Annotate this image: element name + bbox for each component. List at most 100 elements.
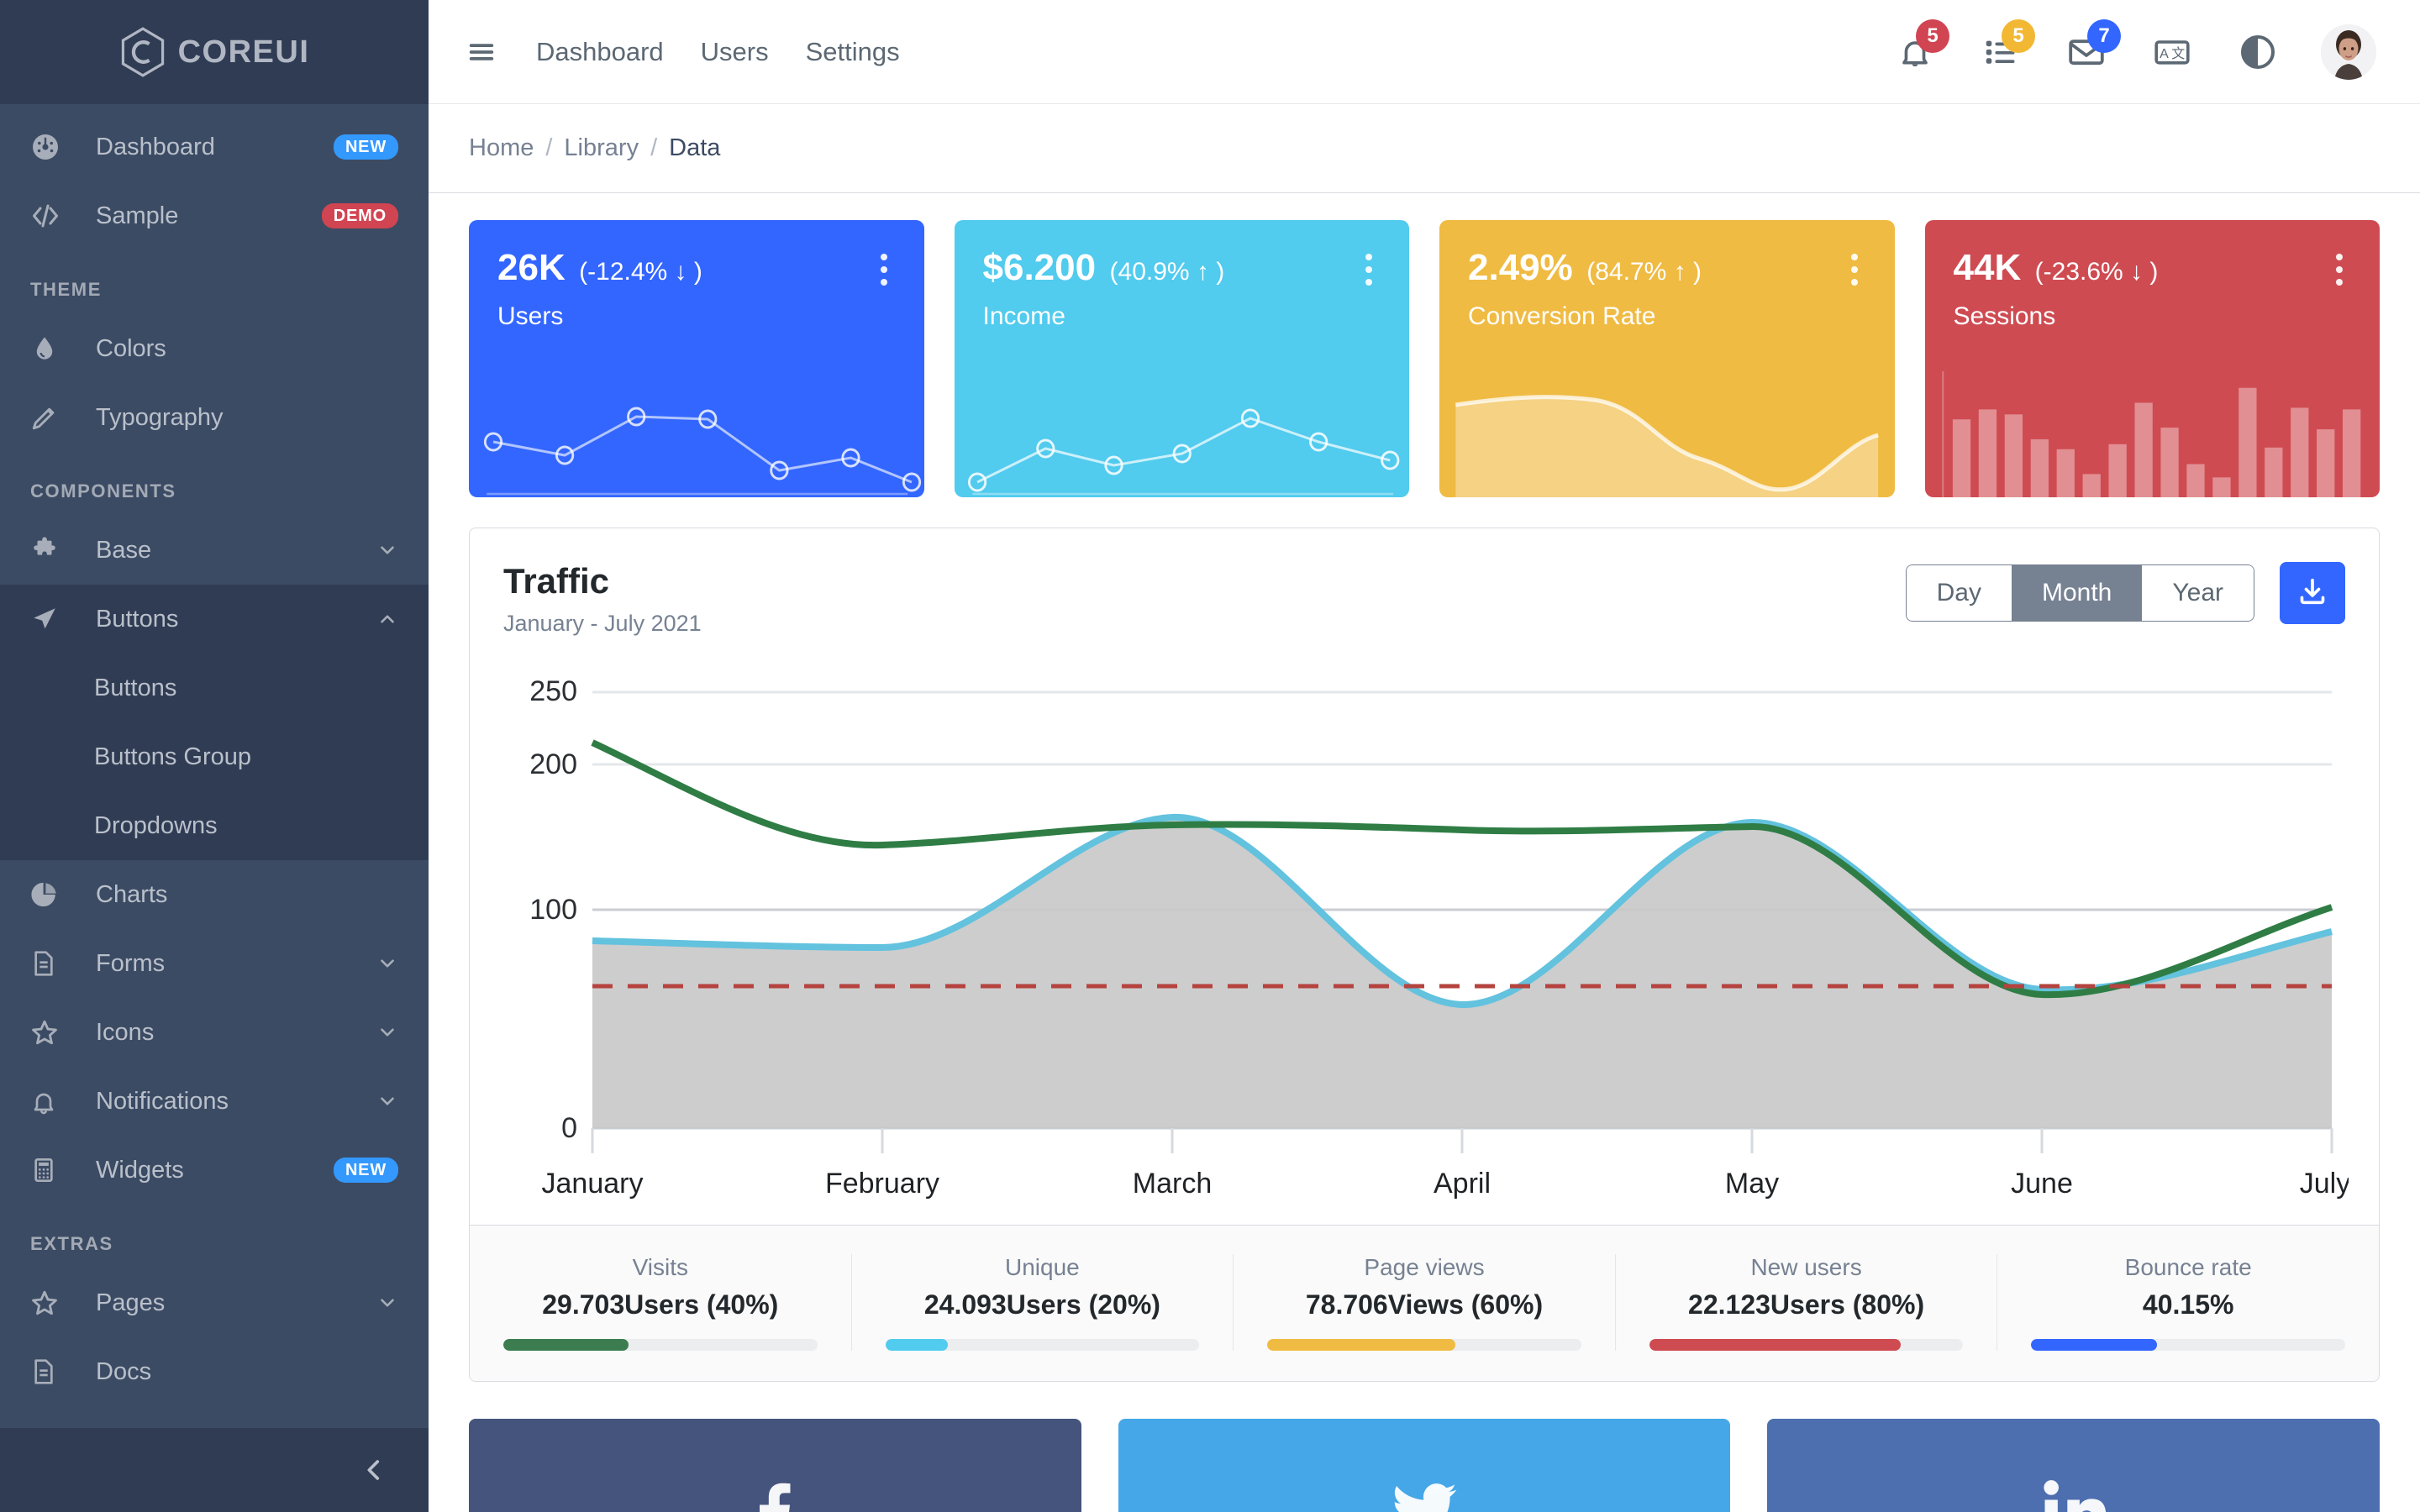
- download-button[interactable]: [2280, 562, 2345, 624]
- footer-stat-progress: [503, 1339, 818, 1351]
- footer-stat-value: 22.123Users (80%): [1649, 1289, 1964, 1320]
- pencil-icon: [30, 402, 71, 433]
- breadcrumb: Home / Library / Data: [429, 104, 2420, 193]
- range-button-year[interactable]: Year: [2142, 565, 2254, 621]
- stat-card-sparkline: [1439, 371, 1895, 497]
- kebab-menu-icon[interactable]: [872, 249, 896, 291]
- sidebar-item-dashboard[interactable]: Dashboard NEW: [0, 113, 429, 181]
- header-link-settings[interactable]: Settings: [806, 37, 900, 67]
- header-link-dashboard[interactable]: Dashboard: [536, 37, 664, 67]
- kebab-menu-icon[interactable]: [2328, 249, 2351, 291]
- sidebar-item-forms[interactable]: Forms: [0, 929, 429, 998]
- breadcrumb-separator: /: [650, 134, 657, 162]
- svg-text:200: 200: [529, 748, 577, 780]
- footer-stat-progress: [2031, 1339, 2345, 1351]
- brand-name: COREUI: [178, 34, 310, 71]
- linkedin-icon: [2035, 1471, 2112, 1512]
- contrast-icon[interactable]: [2235, 29, 2281, 75]
- svg-text:0: 0: [561, 1112, 577, 1144]
- kebab-menu-icon[interactable]: [1357, 249, 1381, 291]
- sidebar-item-label: Icons: [96, 1019, 376, 1047]
- sidebar-section-extras: EXTRAS: [0, 1205, 429, 1268]
- kebab-menu-icon[interactable]: [1843, 249, 1866, 291]
- sidebar-item-charts[interactable]: Charts: [0, 860, 429, 929]
- twitter-card[interactable]: [1118, 1419, 1731, 1512]
- footer-stat-progress: [1267, 1339, 1581, 1351]
- droplet-icon: [30, 333, 71, 364]
- stat-card-value-group: 2.49% (84.7% ↑ ): [1468, 249, 1702, 287]
- sidebar-item-label: Base: [96, 537, 376, 564]
- app-root: COREUI Dashboard NEW: [0, 0, 2420, 1512]
- document-icon: [30, 948, 71, 979]
- sidebar-item-label: Charts: [96, 881, 398, 909]
- stat-card-label: Income: [983, 302, 1381, 331]
- traffic-actions: Day Month Year: [1906, 562, 2345, 624]
- sidebar-badge-demo: DEMO: [322, 203, 398, 228]
- breadcrumb-item-data: Data: [669, 134, 720, 162]
- sidebar-item-typography[interactable]: Typography: [0, 383, 429, 452]
- sidebar-subitem-buttons-group[interactable]: Buttons Group: [0, 722, 429, 791]
- user-avatar[interactable]: [2321, 24, 2376, 80]
- footer-stat-label: Unique: [886, 1254, 1200, 1281]
- messages-envelope-button[interactable]: 7: [2064, 29, 2109, 75]
- breadcrumb-item-library[interactable]: Library: [564, 134, 639, 162]
- notifications-bell-button[interactable]: 5: [1892, 29, 1938, 75]
- header-link-users[interactable]: Users: [701, 37, 769, 67]
- stat-card-income[interactable]: $6.200 (40.9% ↑ ) Income: [955, 220, 1410, 497]
- stat-card-label: Sessions: [1954, 302, 2352, 331]
- facebook-card[interactable]: [469, 1419, 1081, 1512]
- chevron-up-icon: [376, 608, 398, 630]
- footer-stat-bounce-rate: Bounce rate 40.15%: [1996, 1254, 2379, 1351]
- header-nav: Dashboard Users Settings: [536, 37, 900, 67]
- sidebar-item-colors[interactable]: Colors: [0, 314, 429, 383]
- stat-card-sessions[interactable]: 44K (-23.6% ↓ ) Sessions: [1925, 220, 2381, 497]
- tasks-list-button[interactable]: 5: [1978, 29, 2023, 75]
- main-area: Dashboard Users Settings 5: [429, 0, 2420, 1512]
- traffic-subtitle: January - July 2021: [503, 611, 702, 637]
- sidebar-item-icons[interactable]: Icons: [0, 998, 429, 1067]
- footer-stat-unique: Unique 24.093Users (20%): [851, 1254, 1234, 1351]
- top-header: Dashboard Users Settings 5: [429, 0, 2420, 104]
- linkedin-card[interactable]: [1767, 1419, 2380, 1512]
- stat-card-header: 2.49% (84.7% ↑ ): [1468, 249, 1866, 291]
- sidebar-collapse-button[interactable]: [0, 1428, 429, 1512]
- sidebar-item-notifications[interactable]: Notifications: [0, 1067, 429, 1136]
- stat-card-users[interactable]: 26K (-12.4% ↓ ) Users: [469, 220, 924, 497]
- social-cards-row: [469, 1419, 2380, 1512]
- sidebar-item-sample[interactable]: Sample DEMO: [0, 181, 429, 250]
- sidebar-item-widgets[interactable]: Widgets NEW: [0, 1136, 429, 1205]
- sidebar-subitem-label: Buttons: [94, 675, 398, 702]
- sidebar-nav: Dashboard NEW Sample DEMO THEME: [0, 104, 429, 1428]
- footer-stat-value: 40.15%: [2031, 1289, 2345, 1320]
- traffic-chart: 250 200 100 0: [470, 645, 2379, 1225]
- stat-card-header: $6.200 (40.9% ↑ ): [983, 249, 1381, 291]
- sidebar-item-label: Typography: [96, 404, 398, 432]
- range-button-day[interactable]: Day: [1907, 565, 2012, 621]
- translate-icon[interactable]: A 文: [2149, 29, 2195, 75]
- stat-card-value-group: 44K (-23.6% ↓ ): [1954, 249, 2159, 287]
- sidebar-item-docs[interactable]: Docs: [0, 1337, 429, 1406]
- range-button-month[interactable]: Month: [2012, 565, 2142, 621]
- footer-stat-value: 78.706Views (60%): [1267, 1289, 1581, 1320]
- breadcrumb-item-home[interactable]: Home: [469, 134, 534, 162]
- sidebar-subitem-dropdowns[interactable]: Dropdowns: [0, 791, 429, 860]
- svg-text:April: April: [1434, 1168, 1491, 1200]
- code-icon: [30, 201, 71, 231]
- range-toggle-group: Day Month Year: [1906, 564, 2254, 622]
- sidebar-item-base[interactable]: Base: [0, 516, 429, 585]
- hamburger-icon[interactable]: [464, 34, 499, 70]
- sidebar-subitem-label: Dropdowns: [94, 812, 398, 840]
- sidebar-item-pages[interactable]: Pages: [0, 1268, 429, 1337]
- sidebar-subitem-buttons[interactable]: Buttons: [0, 654, 429, 722]
- twitter-icon: [1386, 1471, 1463, 1512]
- stat-card-label: Users: [497, 302, 896, 331]
- sidebar-badge-new: NEW: [334, 1158, 398, 1183]
- speedometer-icon: [30, 132, 71, 162]
- sidebar-item-buttons[interactable]: Buttons: [0, 585, 429, 654]
- cursor-icon: [30, 604, 71, 634]
- notifications-badge: 5: [1916, 19, 1949, 53]
- traffic-footer-stats: Visits 29.703Users (40%) Unique 24.093Us…: [470, 1225, 2379, 1381]
- stat-card-conversion-rate[interactable]: 2.49% (84.7% ↑ ) Conversion Rate: [1439, 220, 1895, 497]
- svg-text:100: 100: [529, 894, 577, 926]
- sidebar-brand[interactable]: COREUI: [0, 0, 429, 104]
